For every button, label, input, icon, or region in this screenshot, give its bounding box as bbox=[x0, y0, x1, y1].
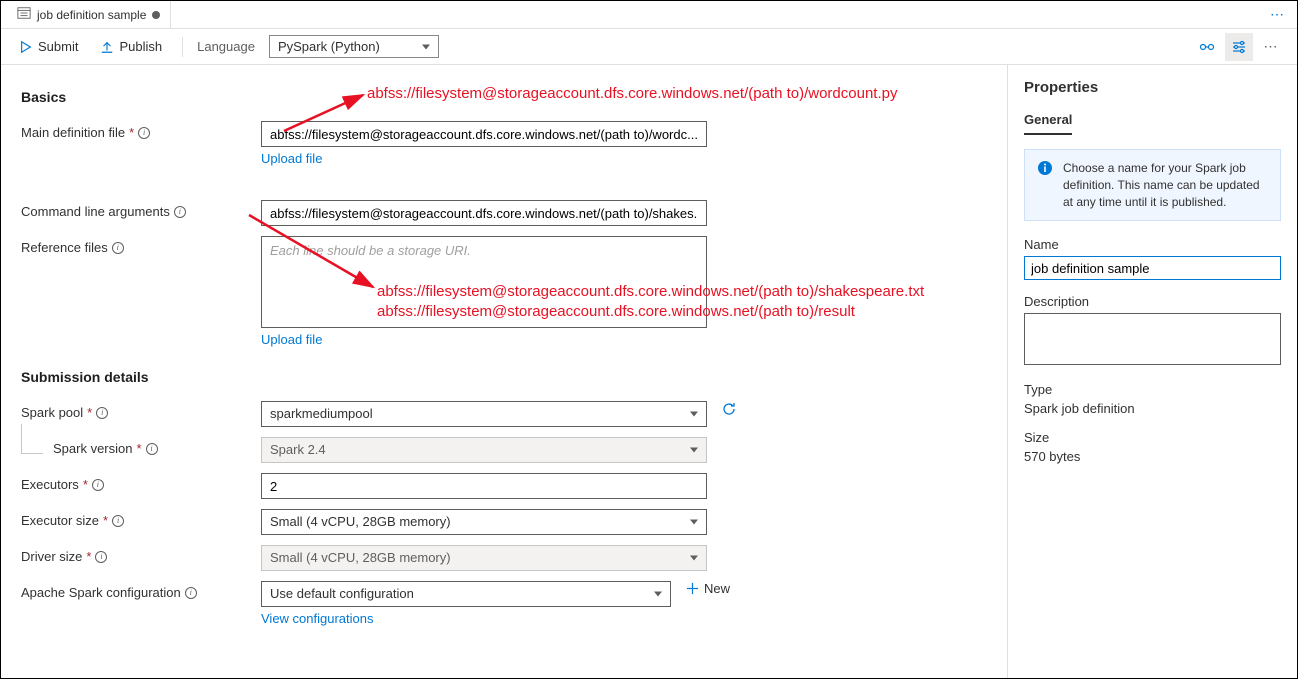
info-icon[interactable]: i bbox=[146, 443, 158, 455]
driver-size-label: Driver size * i bbox=[21, 545, 261, 564]
separator bbox=[182, 37, 183, 57]
refresh-button[interactable] bbox=[721, 401, 737, 420]
properties-pane: Properties General Choose a name for you… bbox=[1007, 65, 1297, 678]
language-select[interactable]: PySpark (Python) bbox=[269, 35, 439, 58]
publish-label: Publish bbox=[119, 39, 162, 54]
more-actions-button[interactable]: ⋯ bbox=[1257, 33, 1285, 61]
cmd-args-input[interactable] bbox=[261, 200, 707, 226]
tab-bar: job definition sample ⋯ bbox=[1, 1, 1297, 29]
info-icon[interactable]: i bbox=[112, 515, 124, 527]
spark-pool-label: Spark pool * i bbox=[21, 401, 261, 420]
language-label: Language bbox=[197, 39, 255, 54]
ref-files-label: Reference files i bbox=[21, 236, 261, 255]
new-config-button[interactable]: New bbox=[685, 581, 730, 596]
properties-title: Properties bbox=[1024, 79, 1281, 96]
name-input[interactable] bbox=[1024, 256, 1281, 280]
spark-pool-select[interactable]: sparkmediumpool bbox=[261, 401, 707, 427]
spark-config-label: Apache Spark configuration i bbox=[21, 581, 261, 600]
upload-file-link[interactable]: Upload file bbox=[261, 332, 707, 347]
info-icon[interactable]: i bbox=[138, 127, 150, 139]
properties-toggle-button[interactable] bbox=[1225, 33, 1253, 61]
job-definition-icon bbox=[17, 6, 31, 23]
unsaved-indicator-icon bbox=[152, 11, 160, 19]
spark-version-select[interactable]: Spark 2.4 bbox=[261, 437, 707, 463]
form-pane: Basics Main definition file * i Upload f… bbox=[1, 65, 1007, 678]
description-label: Description bbox=[1024, 294, 1281, 309]
section-basics: Basics bbox=[21, 89, 987, 105]
info-icon[interactable]: i bbox=[174, 206, 186, 218]
upload-file-link[interactable]: Upload file bbox=[261, 151, 707, 166]
submit-label: Submit bbox=[38, 39, 78, 54]
publish-button[interactable]: Publish bbox=[94, 35, 168, 58]
tab-job-definition[interactable]: job definition sample bbox=[7, 1, 171, 28]
tab-label: job definition sample bbox=[37, 8, 146, 22]
main-def-input[interactable] bbox=[261, 121, 707, 147]
executors-input[interactable] bbox=[261, 473, 707, 499]
section-submission: Submission details bbox=[21, 369, 987, 385]
ref-files-input[interactable] bbox=[261, 236, 707, 328]
spark-version-label: Spark version * i bbox=[21, 437, 261, 456]
info-icon bbox=[1037, 160, 1053, 176]
size-label: Size bbox=[1024, 430, 1281, 445]
spark-config-select[interactable]: Use default configuration bbox=[261, 581, 671, 607]
tab-overflow-button[interactable]: ⋯ bbox=[1264, 6, 1291, 23]
executor-size-select[interactable]: Small (4 vCPU, 28GB memory) bbox=[261, 509, 707, 535]
executor-size-label: Executor size * i bbox=[21, 509, 261, 528]
submit-button[interactable]: Submit bbox=[13, 35, 84, 58]
info-icon[interactable]: i bbox=[92, 479, 104, 491]
related-button[interactable] bbox=[1193, 33, 1221, 61]
info-icon[interactable]: i bbox=[112, 242, 124, 254]
toolbar: Submit Publish Language PySpark (Python)… bbox=[1, 29, 1297, 65]
cmd-args-label: Command line arguments i bbox=[21, 200, 261, 219]
info-icon[interactable]: i bbox=[96, 407, 108, 419]
driver-size-select[interactable]: Small (4 vCPU, 28GB memory) bbox=[261, 545, 707, 571]
description-input[interactable] bbox=[1024, 313, 1281, 365]
info-text: Choose a name for your Spark job definit… bbox=[1063, 160, 1268, 210]
type-value: Spark job definition bbox=[1024, 401, 1281, 416]
executors-label: Executors * i bbox=[21, 473, 261, 492]
type-label: Type bbox=[1024, 382, 1281, 397]
size-value: 570 bytes bbox=[1024, 449, 1281, 464]
language-value: PySpark (Python) bbox=[278, 39, 380, 54]
name-label: Name bbox=[1024, 237, 1281, 252]
info-icon[interactable]: i bbox=[95, 551, 107, 563]
info-icon[interactable]: i bbox=[185, 587, 197, 599]
view-configurations-link[interactable]: View configurations bbox=[261, 611, 671, 626]
tab-general[interactable]: General bbox=[1024, 112, 1072, 135]
main-def-label: Main definition file * i bbox=[21, 121, 261, 140]
info-callout: Choose a name for your Spark job definit… bbox=[1024, 149, 1281, 221]
